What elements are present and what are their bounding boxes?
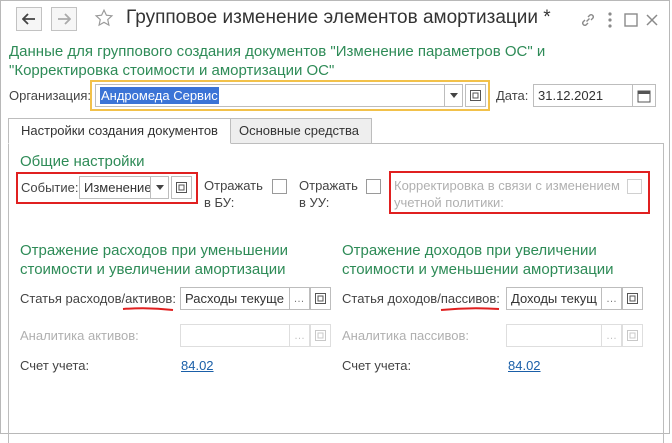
more-icon[interactable] xyxy=(600,10,620,30)
open-form-icon xyxy=(176,182,187,193)
open-form-icon xyxy=(627,293,638,304)
liability-analytics-dropdown[interactable]: … xyxy=(601,324,622,347)
event-dropdown-button[interactable] xyxy=(150,176,169,199)
form-description: Данные для группового создания документо… xyxy=(9,43,546,79)
asset-analytics-label: Аналитика активов: xyxy=(20,328,139,343)
more-icon: … xyxy=(293,292,306,305)
expense-account-label: Счет учета: xyxy=(20,358,90,373)
star-icon[interactable] xyxy=(94,8,114,28)
more-icon: … xyxy=(606,329,617,342)
open-form-icon xyxy=(315,330,326,341)
chevron-down-icon xyxy=(155,185,164,190)
general-settings-title: Общие настройки xyxy=(20,153,145,170)
asset-analytics-dropdown[interactable]: … xyxy=(289,324,310,347)
more-icon: … xyxy=(606,292,617,305)
income-article-open-button[interactable] xyxy=(622,287,643,310)
expense-article-input[interactable]: Расходы текуще xyxy=(180,287,290,310)
forward-button[interactable] xyxy=(51,7,77,31)
income-account-label: Счет учета: xyxy=(342,358,412,373)
tab-document-settings[interactable]: Настройки создания документов xyxy=(8,118,231,144)
income-section-title: Отражение доходов при увеличении стоимос… xyxy=(342,242,614,278)
calendar-button[interactable] xyxy=(632,84,656,107)
liability-analytics-input[interactable] xyxy=(506,324,602,347)
event-label: Событие: xyxy=(21,180,79,195)
income-article-dropdown[interactable]: … xyxy=(601,287,622,310)
link-icon[interactable] xyxy=(578,10,598,30)
close-icon[interactable] xyxy=(642,10,662,30)
more-icon: … xyxy=(294,329,305,342)
expense-underline-mark xyxy=(122,307,174,311)
organization-input[interactable]: Андромеда Сервис xyxy=(95,84,445,107)
reflect-bu-checkbox[interactable] xyxy=(272,179,287,194)
organization-dropdown-button[interactable] xyxy=(444,84,463,107)
income-underline-mark xyxy=(440,307,500,311)
arrow-left-icon xyxy=(22,13,35,25)
expenses-section-title: Отражение расходов при уменьшении стоимо… xyxy=(20,242,289,278)
correction-checkbox[interactable] xyxy=(627,179,642,194)
income-article-input[interactable]: Доходы текущ xyxy=(506,287,602,310)
organization-open-button[interactable] xyxy=(465,84,486,107)
calendar-icon xyxy=(637,90,651,102)
correction-label: Корректировка в связи с изменением учетн… xyxy=(394,178,620,210)
income-account-link[interactable]: 84.02 xyxy=(508,358,541,373)
open-form-icon xyxy=(315,293,326,304)
liability-analytics-open-button[interactable] xyxy=(622,324,643,347)
event-select[interactable]: Изменение xyxy=(79,176,151,199)
reflect-uu-label: Отражать в УУ: xyxy=(299,178,358,210)
reflect-uu-checkbox[interactable] xyxy=(366,179,381,194)
tab-fixed-assets[interactable]: Основные средства xyxy=(226,118,372,144)
date-input[interactable]: 31.12.2021 xyxy=(533,84,633,107)
expense-article-open-button[interactable] xyxy=(310,287,331,310)
event-open-button[interactable] xyxy=(171,176,192,199)
open-form-icon xyxy=(627,330,638,341)
expense-article-label: Статья расходов/активов: xyxy=(20,291,176,306)
asset-analytics-input[interactable] xyxy=(180,324,290,347)
maximize-icon[interactable] xyxy=(621,10,641,30)
asset-analytics-open-button[interactable] xyxy=(310,324,331,347)
arrow-right-icon xyxy=(58,13,71,25)
income-article-label: Статья доходов/пассивов: xyxy=(342,291,500,306)
chevron-down-icon xyxy=(449,93,458,98)
window-title: Групповое изменение элементов амортизаци… xyxy=(126,7,551,28)
liability-analytics-label: Аналитика пассивов: xyxy=(342,328,469,343)
expense-account-link[interactable]: 84.02 xyxy=(181,358,214,373)
reflect-bu-label: Отражать в БУ: xyxy=(204,178,263,210)
organization-label: Организация: xyxy=(9,88,92,103)
date-label: Дата: xyxy=(496,88,529,103)
expense-article-dropdown[interactable]: … xyxy=(289,287,310,310)
open-form-icon xyxy=(470,90,481,101)
back-button[interactable] xyxy=(16,7,42,31)
